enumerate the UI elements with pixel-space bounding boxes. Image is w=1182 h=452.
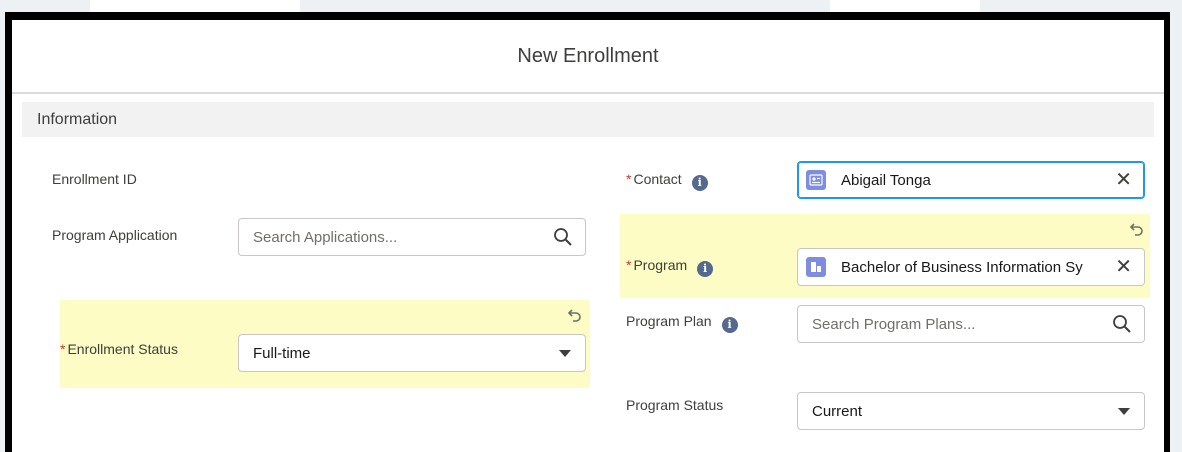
- program-plan-label: Program Plan i: [626, 312, 738, 333]
- background-panel: [830, 0, 980, 12]
- program-label-text: Program: [633, 257, 688, 273]
- program-application-lookup[interactable]: [238, 218, 586, 256]
- program-plan-label-text: Program Plan: [626, 313, 712, 329]
- info-icon[interactable]: i: [691, 175, 708, 191]
- enrollment-status-label-text: Enrollment Status: [67, 341, 178, 357]
- info-icon[interactable]: i: [697, 261, 714, 277]
- enrollment-id-label: Enrollment ID: [52, 171, 137, 187]
- close-icon[interactable]: ✕: [1115, 257, 1132, 277]
- enrollment-status-label: * Enrollment Status: [60, 340, 178, 358]
- program-lookup[interactable]: Bachelor of Business Information Sy ✕: [797, 248, 1145, 286]
- modal-frame: New Enrollment Information Enrollment ID…: [5, 12, 1170, 452]
- enrollment-status-value: Full-time: [253, 344, 311, 362]
- contact-label: * Contact i: [626, 170, 708, 191]
- chevron-down-icon[interactable]: [559, 349, 571, 357]
- required-marker: *: [626, 171, 632, 187]
- enrollment-status-select[interactable]: Full-time: [238, 334, 586, 372]
- contact-lookup[interactable]: Abigail Tonga ✕: [797, 161, 1145, 199]
- section-information[interactable]: Information: [22, 102, 1154, 137]
- required-marker: *: [626, 257, 632, 273]
- modal-header: New Enrollment: [12, 20, 1164, 94]
- contact-label-text: Contact: [633, 171, 682, 187]
- section-title: Information: [37, 110, 118, 128]
- contact-icon: [806, 170, 826, 190]
- program-icon: [806, 257, 826, 277]
- program-status-select[interactable]: Current: [797, 392, 1145, 430]
- program-label: * Program i: [626, 256, 714, 277]
- contact-value: Abigail Tonga: [841, 171, 931, 189]
- info-icon[interactable]: i: [721, 317, 738, 333]
- program-application-label: Program Application: [52, 227, 178, 243]
- undo-icon[interactable]: [567, 307, 583, 323]
- program-value: Bachelor of Business Information Sy: [841, 258, 1083, 276]
- modal: New Enrollment Information Enrollment ID…: [12, 20, 1164, 452]
- search-icon[interactable]: [1112, 314, 1132, 334]
- undo-icon[interactable]: [1129, 221, 1145, 237]
- close-icon[interactable]: ✕: [1115, 170, 1132, 190]
- program-plan-lookup[interactable]: [797, 305, 1145, 343]
- chevron-down-icon[interactable]: [1118, 407, 1130, 415]
- search-icon[interactable]: [553, 227, 573, 247]
- program-application-input[interactable]: [239, 218, 553, 256]
- required-marker: *: [60, 341, 66, 357]
- program-plan-input[interactable]: [798, 305, 1112, 343]
- background-panel: [90, 0, 300, 12]
- program-status-label: Program Status: [626, 397, 724, 413]
- modal-title: New Enrollment: [517, 44, 659, 67]
- program-status-value: Current: [812, 402, 863, 420]
